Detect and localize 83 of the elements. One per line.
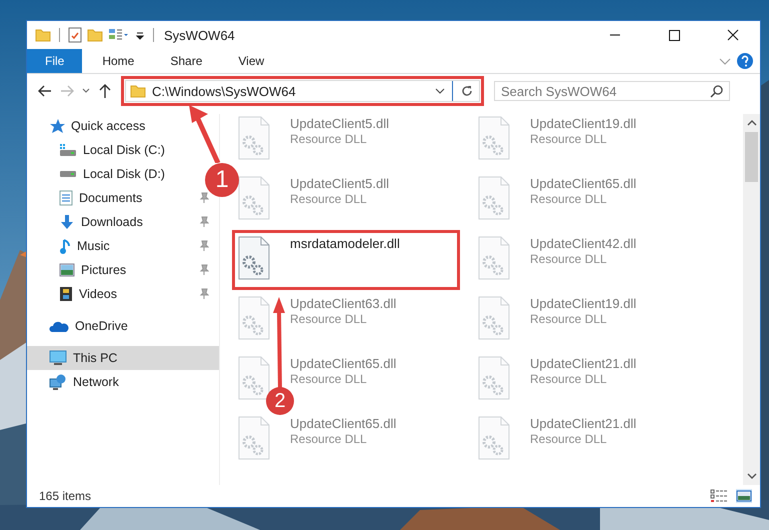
gear-file-icon <box>478 296 510 340</box>
nav-item[interactable]: Music <box>59 234 110 258</box>
file-name: UpdateClient21.dll <box>530 416 636 431</box>
pin-icon[interactable] <box>199 216 209 228</box>
gear-file-icon <box>478 356 510 400</box>
up-arrow-icon[interactable] <box>97 83 113 99</box>
file-type: Resource DLL <box>290 133 368 146</box>
folder-icon <box>130 83 146 99</box>
gear-file-icon <box>238 116 270 160</box>
nav-item[interactable]: Local Disk (D:) <box>59 162 165 186</box>
item-count: 165 items <box>39 489 92 503</box>
file-name: UpdateClient63.dll <box>290 296 396 311</box>
pin-icon[interactable] <box>199 288 209 300</box>
file-type: Resource DLL <box>290 313 368 326</box>
scroll-down-icon[interactable] <box>746 473 756 479</box>
gear-file-icon <box>478 236 510 280</box>
window-title: SysWOW64 <box>164 28 235 42</box>
monitor-icon <box>49 350 67 366</box>
nav-item[interactable]: Network <box>49 370 119 394</box>
gear-file-icon <box>238 356 270 400</box>
back-arrow-icon[interactable] <box>37 83 53 99</box>
document-icon <box>59 190 73 206</box>
forward-arrow-icon <box>59 83 75 99</box>
landscape-picture-icon <box>59 263 75 277</box>
pin-icon[interactable] <box>199 240 209 252</box>
file-name: msrdatamodeler.dll <box>290 236 400 251</box>
file-name: UpdateClient19.dll <box>530 296 636 311</box>
gear-file-icon <box>478 416 510 460</box>
scroll-thumb[interactable] <box>745 132 758 182</box>
file-type: Resource DLL <box>290 373 368 386</box>
file-item[interactable]: msrdatamodeler.dll <box>236 234 456 286</box>
ribbon-tab[interactable]: Share <box>154 49 218 73</box>
ribbon-tab[interactable]: Home <box>86 49 150 73</box>
pin-icon[interactable] <box>199 192 209 204</box>
file-name: UpdateClient5.dll <box>290 176 390 191</box>
nav-item[interactable]: This PC <box>27 346 219 370</box>
details-view-icon[interactable] <box>710 489 728 503</box>
gear-file-icon <box>478 176 510 220</box>
nav-item[interactable]: Pictures <box>59 258 126 282</box>
star-icon <box>49 118 65 134</box>
music-note-icon <box>59 238 71 254</box>
gear-file-icon <box>238 176 270 220</box>
large-icons-view-icon[interactable] <box>736 489 752 503</box>
arrow <box>188 105 222 163</box>
download-arrow-icon <box>59 214 75 230</box>
ribbon-tab[interactable]: File <box>27 49 82 73</box>
file-name: UpdateClient42.dll <box>530 236 636 251</box>
gear-file-icon <box>478 116 510 160</box>
scroll-up-icon[interactable] <box>746 120 756 126</box>
address-path: C:\Windows\SysWOW64 <box>152 84 296 98</box>
file-name: UpdateClient5.dll <box>290 116 390 131</box>
file-type: Resource DLL <box>530 253 608 266</box>
network-icon <box>49 374 67 390</box>
cloud-icon <box>49 320 69 332</box>
scrollbar[interactable] <box>743 114 760 485</box>
nav-item[interactable]: Local Disk (C:) <box>59 138 165 162</box>
nav-item[interactable]: Videos <box>59 282 117 306</box>
file-name: UpdateClient65.dll <box>290 356 396 371</box>
file-name: UpdateClient65.dll <box>530 176 636 191</box>
file-type: Resource DLL <box>530 133 608 146</box>
file-name: UpdateClient19.dll <box>530 116 636 131</box>
checklist-icon[interactable] <box>68 27 82 43</box>
file-type: Resource DLL <box>530 433 608 446</box>
gear-file-icon <box>238 296 270 340</box>
drive-icon <box>59 144 77 156</box>
file-type: Resource DLL <box>530 193 608 206</box>
nav-item[interactable]: Documents <box>59 186 142 210</box>
nav-item[interactable]: OneDrive <box>49 314 128 338</box>
file-name: UpdateClient65.dll <box>290 416 396 431</box>
help-icon[interactable] <box>736 52 754 70</box>
file-type: Resource DLL <box>290 433 368 446</box>
gear-file-icon <box>238 236 270 280</box>
drive-icon <box>59 170 77 178</box>
file-type: Resource DLL <box>290 193 368 206</box>
ribbon-tab[interactable]: View <box>222 49 280 73</box>
file-type: Resource DLL <box>530 313 608 326</box>
pin-icon[interactable] <box>199 264 209 276</box>
film-strip-icon <box>59 286 73 302</box>
file-type: Resource DLL <box>530 373 608 386</box>
file-name: UpdateClient21.dll <box>530 356 636 371</box>
nav-item[interactable]: Downloads <box>59 210 143 234</box>
nav-item[interactable]: Quick access <box>49 114 146 138</box>
gear-file-icon <box>238 416 270 460</box>
